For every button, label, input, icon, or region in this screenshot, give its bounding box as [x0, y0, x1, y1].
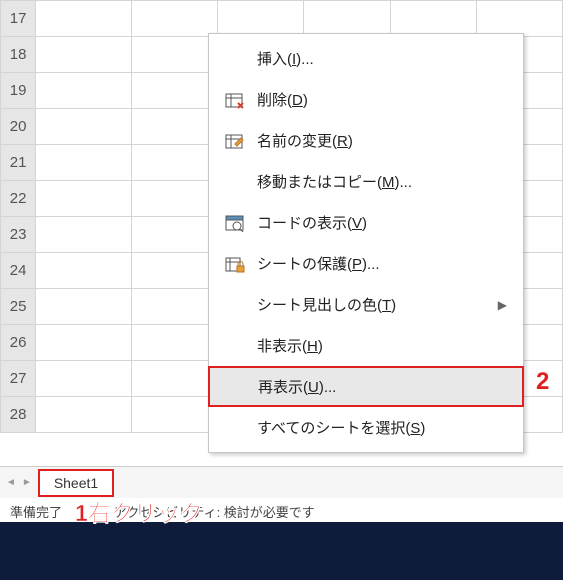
- menu-label: 削除(D): [249, 89, 507, 110]
- cell[interactable]: [36, 361, 132, 397]
- cell[interactable]: [131, 253, 217, 289]
- row-header[interactable]: 18: [1, 37, 36, 73]
- menu-label: 非表示(H): [249, 335, 507, 356]
- cell[interactable]: [36, 181, 132, 217]
- cell[interactable]: [131, 37, 217, 73]
- menu-move-copy[interactable]: 移動またはコピー(M)...: [209, 161, 523, 202]
- menu-label: シート見出しの色(T): [249, 294, 498, 315]
- bottom-panel: [0, 522, 563, 580]
- rename-icon: [221, 131, 249, 151]
- cell[interactable]: [390, 1, 476, 37]
- blank-icon: [221, 418, 249, 438]
- cell[interactable]: [131, 289, 217, 325]
- menu-label: 再表示(U)...: [250, 376, 506, 397]
- row-header[interactable]: 17: [1, 1, 36, 37]
- cell[interactable]: [36, 1, 132, 37]
- sheet-tab-sheet1[interactable]: Sheet1: [38, 469, 114, 497]
- row-header[interactable]: 19: [1, 73, 36, 109]
- cell[interactable]: [36, 397, 132, 433]
- cell[interactable]: [476, 1, 562, 37]
- tab-nav-arrows[interactable]: ◄ ►: [0, 477, 38, 488]
- cell[interactable]: [36, 109, 132, 145]
- row-header[interactable]: 26: [1, 325, 36, 361]
- menu-label: 移動またはコピー(M)...: [249, 171, 507, 192]
- cell[interactable]: [36, 253, 132, 289]
- cell[interactable]: [131, 73, 217, 109]
- row-header[interactable]: 21: [1, 145, 36, 181]
- menu-protect-sheet[interactable]: シートの保護(P)...: [209, 243, 523, 284]
- cell[interactable]: [131, 361, 217, 397]
- menu-view-code[interactable]: コードの表示(V): [209, 202, 523, 243]
- cell[interactable]: [36, 217, 132, 253]
- menu-tab-color[interactable]: シート見出しの色(T) ▶: [209, 284, 523, 325]
- annotation-right-click: 1右クリック: [75, 494, 203, 528]
- row-header[interactable]: 28: [1, 397, 36, 433]
- sheet-context-menu: 挿入(I)... 削除(D) 名前の変更(R) 移動またはコピー(M)... コ…: [208, 33, 524, 453]
- tab-next-icon[interactable]: ►: [22, 477, 32, 488]
- menu-delete[interactable]: 削除(D): [209, 79, 523, 120]
- menu-label: 名前の変更(R): [249, 130, 507, 151]
- cell[interactable]: [36, 73, 132, 109]
- cell[interactable]: [36, 37, 132, 73]
- blank-icon: [221, 49, 249, 69]
- row-header[interactable]: 24: [1, 253, 36, 289]
- annotation-step-2: 2: [536, 368, 549, 396]
- cell[interactable]: [131, 181, 217, 217]
- row-header[interactable]: 23: [1, 217, 36, 253]
- tab-prev-icon[interactable]: ◄: [6, 477, 16, 488]
- protect-icon: [221, 254, 249, 274]
- delete-icon: [221, 90, 249, 110]
- cell[interactable]: [304, 1, 390, 37]
- blank-icon: [222, 377, 250, 397]
- menu-label: すべてのシートを選択(S): [249, 417, 507, 438]
- row-header[interactable]: 22: [1, 181, 36, 217]
- cell[interactable]: [131, 397, 217, 433]
- cell[interactable]: [36, 325, 132, 361]
- menu-rename[interactable]: 名前の変更(R): [209, 120, 523, 161]
- blank-icon: [221, 295, 249, 315]
- menu-label: コードの表示(V): [249, 212, 507, 233]
- cell[interactable]: [131, 109, 217, 145]
- row-header[interactable]: 20: [1, 109, 36, 145]
- cell[interactable]: [131, 217, 217, 253]
- menu-unhide[interactable]: 再表示(U)...: [208, 366, 524, 407]
- menu-select-all-sheets[interactable]: すべてのシートを選択(S): [209, 407, 523, 448]
- cell[interactable]: [36, 145, 132, 181]
- row-header[interactable]: 27: [1, 361, 36, 397]
- menu-label: シートの保護(P)...: [249, 253, 507, 274]
- menu-insert[interactable]: 挿入(I)...: [209, 38, 523, 79]
- cell[interactable]: [218, 1, 304, 37]
- cell[interactable]: [131, 145, 217, 181]
- chevron-right-icon: ▶: [498, 298, 507, 312]
- cell[interactable]: [131, 325, 217, 361]
- cell[interactable]: [36, 289, 132, 325]
- cell[interactable]: [131, 1, 217, 37]
- row-header[interactable]: 25: [1, 289, 36, 325]
- menu-label: 挿入(I)...: [249, 48, 507, 69]
- blank-icon: [221, 336, 249, 356]
- code-icon: [221, 213, 249, 233]
- menu-hide[interactable]: 非表示(H): [209, 325, 523, 366]
- blank-icon: [221, 172, 249, 192]
